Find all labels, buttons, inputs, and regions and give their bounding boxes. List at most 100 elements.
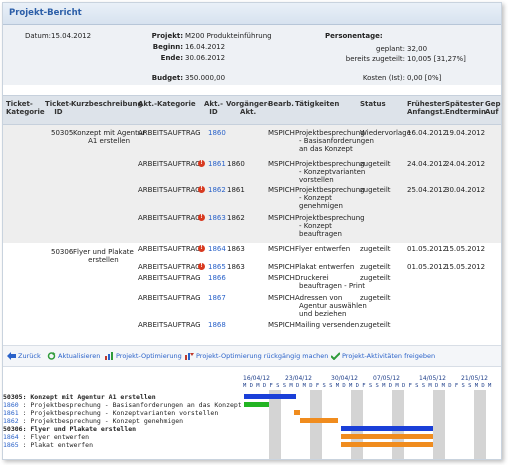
- gantt-activity-label[interactable]: 1861 : Projektbesprechung - Konzeptvaria…: [3, 409, 218, 417]
- gantt-activity-id-link[interactable]: 1864: [3, 433, 19, 441]
- checkmark-icon: [330, 352, 341, 361]
- status-cell: Wiedervorlage: [360, 129, 411, 137]
- gantt-activity-label[interactable]: 1860 : Projektbesprechung - Basisanforde…: [3, 401, 242, 409]
- col-ticket-kategorie[interactable]: Ticket- Kategorie: [6, 100, 45, 116]
- bearbeiter-cell: MSPICH: [268, 129, 295, 137]
- gantt-activity-id-link[interactable]: 1865: [3, 441, 19, 449]
- gantt-activity-id-link[interactable]: 1862: [3, 417, 19, 425]
- taetigkeit-line2: Agentur auswählen: [299, 302, 367, 310]
- gantt-activity-label[interactable]: 1865 : Plakat entwerfen: [3, 441, 93, 449]
- col-akt-kategorie[interactable]: Akt.-Kategorie: [138, 100, 196, 108]
- gantt-date-label: 07/05/12: [373, 375, 400, 382]
- akt-kategorie-cell: ARBEITSAUFTRAG: [138, 129, 201, 137]
- gantt-activity-label[interactable]: 1864 : Flyer entwerfen: [3, 433, 89, 441]
- spaetester-cell: 15.05.2012: [445, 245, 486, 253]
- col-ticket-id-l2: ID: [54, 108, 63, 116]
- undo-optimize-button[interactable]: Projekt-Optimierung rückgängig machen: [185, 352, 328, 360]
- akt-kategorie-cell: ARBEITSAUFTRAG: [138, 321, 201, 329]
- beginn-value: 16.04.2012: [185, 43, 226, 51]
- geplant-label: geplant:: [376, 45, 405, 53]
- col-ticket-id[interactable]: Ticket- ID: [45, 100, 72, 116]
- status-cell: zugeteilt: [360, 321, 391, 329]
- col-gep-l1: Gep: [485, 100, 501, 108]
- akt-kategorie-cell: ARBEITSAUFTRAG: [138, 294, 201, 302]
- akt-id-link[interactable]: 1865: [208, 263, 226, 271]
- vorgaenger-cell: 1863: [227, 245, 245, 253]
- zugeteilt-value: 10,005 [31,27%]: [407, 55, 466, 63]
- gantt-activity-bar[interactable]: [341, 434, 433, 439]
- akt-id-link[interactable]: 1863: [208, 214, 226, 222]
- projekt-value: M200 Produkteinführung: [185, 32, 272, 40]
- gantt-activity-text: : Plakat entwerfen: [18, 441, 94, 449]
- akt-kategorie-cell: ARBEITSAUFTRAG: [138, 245, 201, 253]
- col-akt-id[interactable]: Akt.- ID: [204, 100, 223, 116]
- col-vorgaenger[interactable]: Vorgänger- Akt.: [226, 100, 270, 116]
- undo-chart-icon: [185, 352, 194, 360]
- gantt-day-header: M D M D F S S M D M D F S S M D M D F S …: [243, 383, 492, 389]
- taetigkeit-line1: Projektbesprechung: [295, 160, 365, 168]
- warning-icon: !: [198, 214, 205, 221]
- col-status[interactable]: Status: [360, 100, 386, 108]
- status-cell: zugeteilt: [360, 245, 391, 253]
- fruehester-cell: 01.05.2012: [407, 263, 448, 271]
- gantt-activity-text: : Flyer entwerfen: [18, 433, 90, 441]
- fruehester-cell: 01.05.2012: [407, 245, 448, 253]
- akt-id-link[interactable]: 1860: [208, 129, 226, 137]
- status-cell: zugeteilt: [360, 263, 391, 271]
- taetigkeit-line1: Plakat entwerfen: [295, 263, 355, 271]
- datum-value: 15.04.2012: [51, 32, 92, 40]
- gantt-activity-id-link[interactable]: 1860: [3, 401, 19, 409]
- optimize-button[interactable]: Projekt-Optimierung: [105, 352, 182, 360]
- akt-id-link[interactable]: 1868: [208, 321, 226, 329]
- gantt-activity-id-link[interactable]: 1861: [3, 409, 19, 417]
- akt-id-link[interactable]: 1864: [208, 245, 226, 253]
- akt-kategorie-cell: ARBEITSAUFTRAG: [138, 214, 201, 222]
- gantt-activity-bar[interactable]: [341, 442, 433, 447]
- col-vorgaenger-l1: Vorgänger-: [226, 100, 271, 108]
- col-ticket-kategorie-l1: Ticket-: [6, 100, 33, 108]
- col-bearb[interactable]: Bearb.: [268, 100, 294, 108]
- release-activities-label: Projekt-Aktivitäten freigeben: [342, 352, 436, 360]
- taetigkeit-line2: - Basisanforderungen: [299, 137, 374, 145]
- spaetester-cell: 24.04.2012: [445, 160, 486, 168]
- bearbeiter-cell: MSPICH: [268, 274, 295, 282]
- col-akt-id-l2: ID: [209, 108, 218, 116]
- col-fruehester[interactable]: Frühester Anfangst.: [407, 100, 445, 116]
- release-activities-button[interactable]: Projekt-Aktivitäten freigeben: [330, 352, 436, 361]
- taetigkeit-line2: - Konzept: [299, 222, 332, 230]
- gantt-summary-bar[interactable]: [341, 426, 433, 431]
- akt-id-link[interactable]: 1862: [208, 186, 226, 194]
- bearbeiter-cell: MSPICH: [268, 214, 295, 222]
- report-window: Projekt-Bericht Datum: 15.04.2012 Projek…: [2, 2, 502, 460]
- col-kurzbeschreibung[interactable]: Kurzbeschreibung: [71, 100, 142, 108]
- ticket-desc: Flyer und Plakate erstellen: [73, 248, 134, 264]
- gantt-activity-bar[interactable]: [300, 418, 338, 423]
- taetigkeit-line3: genehmigen: [299, 202, 343, 210]
- akt-id-link[interactable]: 1866: [208, 274, 226, 282]
- akt-id-link[interactable]: 1867: [208, 294, 226, 302]
- gantt-activity-label[interactable]: 1862 : Projektbesprechung - Konzept gene…: [3, 417, 183, 425]
- col-ticket-id-l1: Ticket-: [45, 100, 72, 108]
- personentage-label: Personentage:: [325, 32, 383, 40]
- bearbeiter-cell: MSPICH: [268, 160, 295, 168]
- gantt-date-label: 23/04/12: [285, 375, 312, 382]
- col-taetigkeiten[interactable]: Tätigkeiten: [295, 100, 339, 108]
- gantt-activity-bar[interactable]: [244, 402, 269, 407]
- taetigkeit-line2: beauftragen - Print: [299, 282, 365, 290]
- taetigkeit-line2: - Konzept: [299, 194, 332, 202]
- chart-icon: [105, 352, 114, 360]
- ticket-desc-l2: A1 erstellen: [88, 137, 131, 145]
- refresh-button[interactable]: Aktualisieren: [47, 352, 100, 360]
- gantt-activity-bar[interactable]: [294, 410, 300, 415]
- bearbeiter-cell: MSPICH: [268, 263, 295, 271]
- col-spaetester[interactable]: Spätester Endtermin: [445, 100, 486, 116]
- optimize-label: Projekt-Optimierung: [116, 352, 182, 360]
- gantt-summary-bar[interactable]: [244, 394, 296, 399]
- akt-kategorie-cell: ARBEITSAUFTRAG: [138, 274, 201, 282]
- undo-optimize-label: Projekt-Optimierung rückgängig machen: [196, 352, 329, 360]
- akt-id-link[interactable]: 1861: [208, 160, 226, 168]
- back-button[interactable]: Zurück: [7, 352, 41, 360]
- gantt-weekend-column: [398, 390, 404, 459]
- col-gep[interactable]: Gep Auf: [485, 100, 501, 116]
- gantt-weekend-column: [439, 390, 445, 459]
